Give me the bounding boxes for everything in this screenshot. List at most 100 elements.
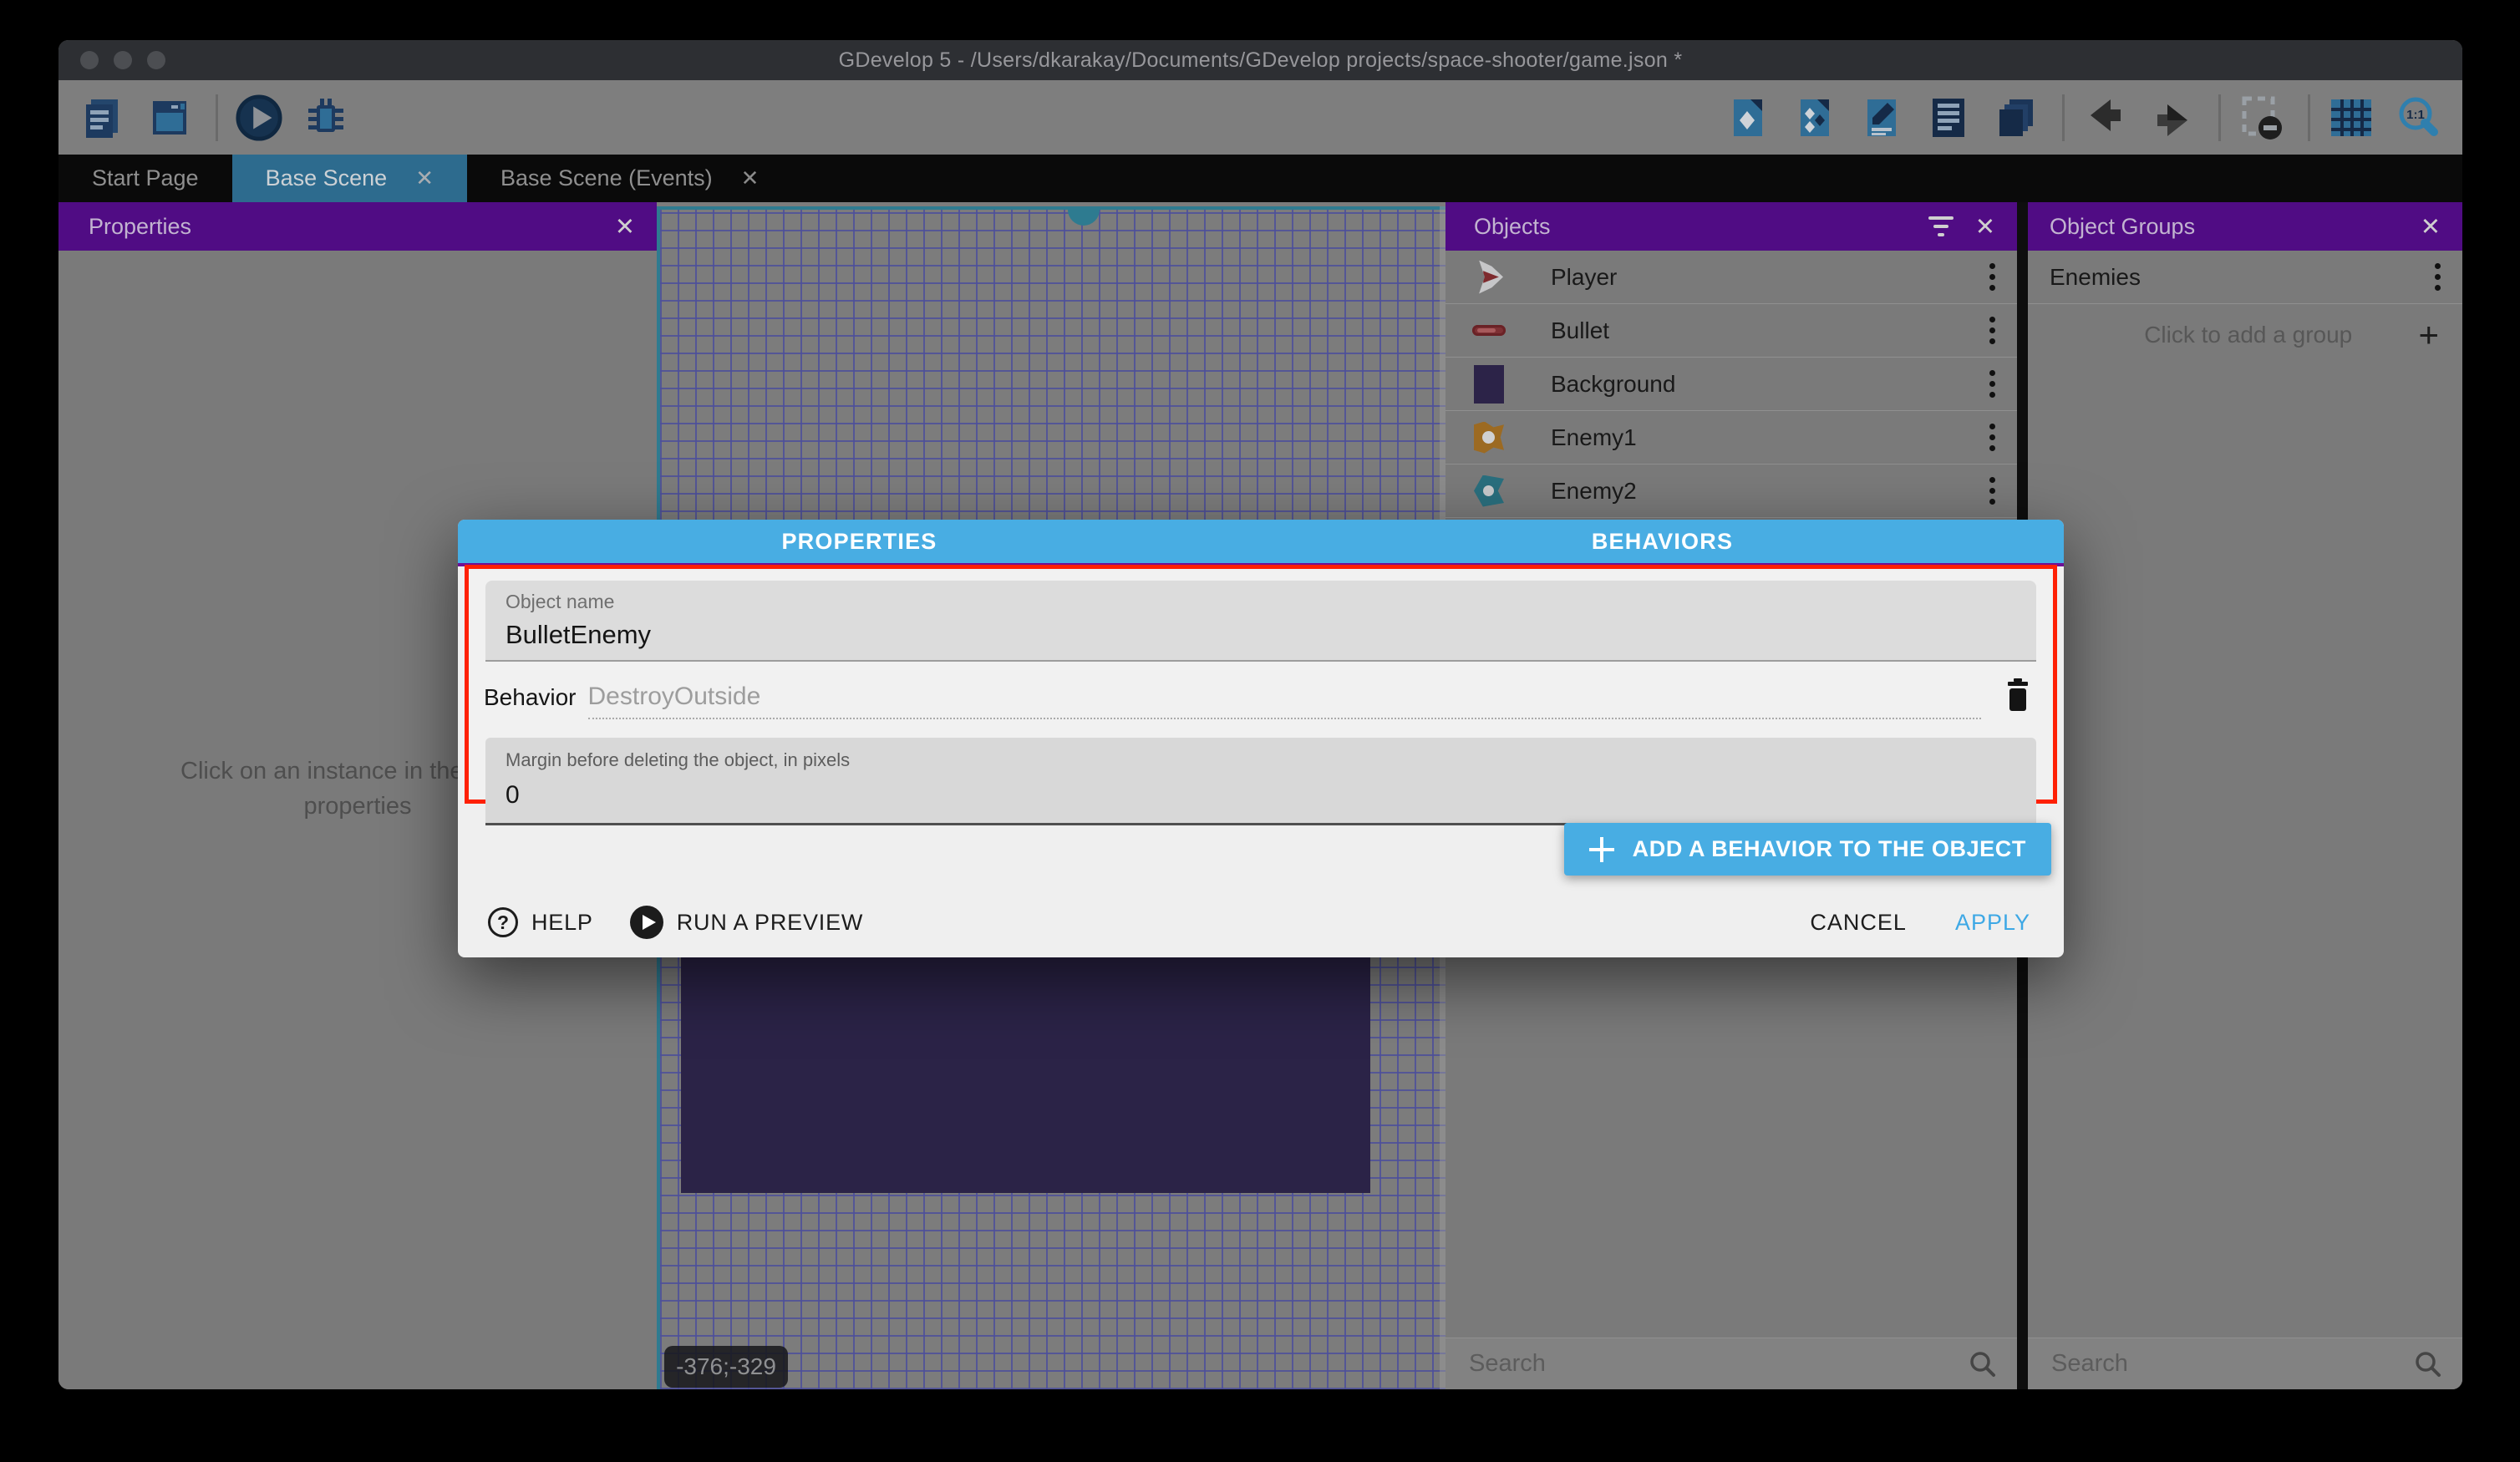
- object-name: Bullet: [1551, 317, 1989, 344]
- objects-search-bar: [1445, 1338, 2017, 1389]
- cursor-coordinates-badge: -376;-329: [664, 1346, 788, 1388]
- toolbar-separator: [2218, 94, 2221, 141]
- object-row-enemy1[interactable]: Enemy1: [1445, 411, 2017, 464]
- search-icon: [2414, 1350, 2442, 1378]
- behavior-label: Behavior: [484, 684, 577, 719]
- dialog-tab-bar: PROPERTIES BEHAVIORS: [458, 520, 2064, 563]
- object-properties-dialog: PROPERTIES BEHAVIORS Object name BulletE…: [458, 520, 2064, 957]
- tab-start-page[interactable]: Start Page: [58, 155, 232, 202]
- filter-icon[interactable]: [1928, 216, 1954, 236]
- margin-field[interactable]: Margin before deleting the object, in pi…: [485, 738, 2036, 825]
- object-name-label: Object name: [506, 591, 2016, 613]
- behavior-name-field[interactable]: DestroyOutside: [588, 683, 1981, 719]
- add-group-label: Click to add a group: [2028, 322, 2418, 348]
- behavior-row: Behavior DestroyOutside: [469, 662, 2053, 723]
- tab-label: Base Scene: [266, 165, 388, 191]
- close-panel-icon[interactable]: ✕: [615, 212, 635, 241]
- object-row-player[interactable]: Player: [1445, 251, 2017, 304]
- object-name: Enemy1: [1551, 424, 1989, 451]
- tab-label: Start Page: [92, 165, 199, 191]
- object-menu-icon[interactable]: [1989, 317, 1995, 344]
- group-name: Enemies: [2050, 264, 2435, 291]
- object-name-field[interactable]: Object name BulletEnemy: [485, 581, 2036, 662]
- add-behavior-label: ADD A BEHAVIOR TO THE OBJECT: [1633, 836, 2026, 862]
- background-sprite-icon: [1471, 363, 1507, 405]
- mask-toggle-icon[interactable]: [2238, 94, 2286, 142]
- toolbar-separator: [2308, 94, 2310, 141]
- enemy1-sprite-icon: [1471, 417, 1507, 459]
- object-name: Player: [1551, 264, 1989, 291]
- panel-title: Properties: [89, 214, 593, 240]
- help-button[interactable]: ? HELP: [488, 907, 593, 937]
- window-title: GDevelop 5 - /Users/dkarakay/Documents/G…: [839, 48, 1683, 73]
- dialog-tab-properties[interactable]: PROPERTIES: [458, 520, 1261, 563]
- group-row-enemies[interactable]: Enemies: [2028, 251, 2462, 304]
- project-manager-icon[interactable]: [79, 94, 127, 142]
- annotation-red-box: Object name BulletEnemy Behavior Destroy…: [465, 565, 2057, 804]
- close-panel-icon[interactable]: ✕: [2421, 212, 2441, 241]
- plus-icon: [1589, 837, 1614, 862]
- minimize-window-icon[interactable]: [114, 51, 132, 69]
- layers-editor-icon[interactable]: [1992, 94, 2040, 142]
- cancel-button[interactable]: CANCEL: [1810, 910, 1907, 936]
- margin-value[interactable]: 0: [506, 781, 2016, 810]
- object-groups-editor-icon[interactable]: [1791, 94, 1840, 142]
- object-row-enemy2[interactable]: Enemy2: [1445, 464, 2017, 518]
- debugger-icon[interactable]: [302, 94, 350, 142]
- grid-toggle-icon[interactable]: [2327, 94, 2375, 142]
- tab-base-scene[interactable]: Base Scene ✕: [232, 155, 467, 202]
- object-name: Enemy2: [1551, 478, 1989, 505]
- title-bar: GDevelop 5 - /Users/dkarakay/Documents/G…: [58, 40, 2462, 80]
- objects-search-input[interactable]: [1469, 1350, 1969, 1378]
- groups-search-input[interactable]: [2051, 1350, 2414, 1378]
- objects-editor-icon[interactable]: [1725, 94, 1773, 142]
- close-window-icon[interactable]: [80, 51, 99, 69]
- play-icon[interactable]: [235, 94, 283, 142]
- dialog-tab-behaviors[interactable]: BEHAVIORS: [1261, 520, 2064, 563]
- editor-tab-bar: Start Page Base Scene ✕ Base Scene (Even…: [58, 155, 2462, 202]
- margin-label: Margin before deleting the object, in pi…: [506, 749, 2016, 771]
- groups-search-bar: [2028, 1338, 2462, 1389]
- close-tab-icon[interactable]: ✕: [741, 165, 760, 191]
- search-icon: [1969, 1350, 1997, 1378]
- delete-behavior-button[interactable]: [2004, 678, 2031, 719]
- bullet-sprite-icon: [1471, 310, 1507, 352]
- tab-label: Base Scene (Events): [500, 165, 713, 191]
- traffic-lights[interactable]: [80, 51, 165, 69]
- object-menu-icon[interactable]: [1989, 424, 1995, 451]
- panel-title: Objects: [1474, 214, 1928, 240]
- object-groups-panel: Object Groups ✕ Enemies Click to add a g…: [2028, 202, 2462, 1389]
- run-preview-label: RUN A PREVIEW: [677, 910, 863, 936]
- panel-title: Object Groups: [2050, 214, 2399, 240]
- add-group-row[interactable]: Click to add a group +: [2028, 304, 2462, 366]
- player-sprite-icon: [1471, 256, 1507, 298]
- run-preview-button[interactable]: RUN A PREVIEW: [630, 906, 863, 939]
- apply-button[interactable]: APPLY: [1955, 910, 2030, 936]
- help-icon: ?: [488, 907, 518, 937]
- maximize-window-icon[interactable]: [147, 51, 165, 69]
- properties-editor-icon[interactable]: [1858, 94, 1907, 142]
- trash-icon: [2004, 678, 2031, 712]
- object-row-background[interactable]: Background: [1445, 358, 2017, 411]
- object-menu-icon[interactable]: [1989, 263, 1995, 291]
- object-menu-icon[interactable]: [1989, 370, 1995, 398]
- help-label: HELP: [531, 910, 593, 936]
- tab-base-scene-events[interactable]: Base Scene (Events) ✕: [467, 155, 792, 202]
- instances-list-icon[interactable]: [1925, 94, 1974, 142]
- redo-icon[interactable]: [2148, 94, 2197, 142]
- plus-icon[interactable]: +: [2418, 317, 2439, 353]
- toolbar-separator: [216, 94, 218, 141]
- object-name: Background: [1551, 371, 1989, 398]
- close-tab-icon[interactable]: ✕: [415, 165, 434, 191]
- add-behavior-button[interactable]: ADD A BEHAVIOR TO THE OBJECT: [1564, 823, 2051, 876]
- start-page-icon[interactable]: [145, 94, 194, 142]
- object-groups-panel-header: Object Groups ✕: [2028, 202, 2462, 251]
- zoom-1-1-icon[interactable]: 1:1: [2394, 94, 2442, 142]
- object-name-value[interactable]: BulletEnemy: [506, 620, 2016, 650]
- toolbar-separator: [2062, 94, 2065, 141]
- object-row-bullet[interactable]: Bullet: [1445, 304, 2017, 358]
- group-menu-icon[interactable]: [2435, 263, 2441, 291]
- close-panel-icon[interactable]: ✕: [1975, 212, 1995, 241]
- object-menu-icon[interactable]: [1989, 477, 1995, 505]
- undo-icon[interactable]: [2081, 94, 2130, 142]
